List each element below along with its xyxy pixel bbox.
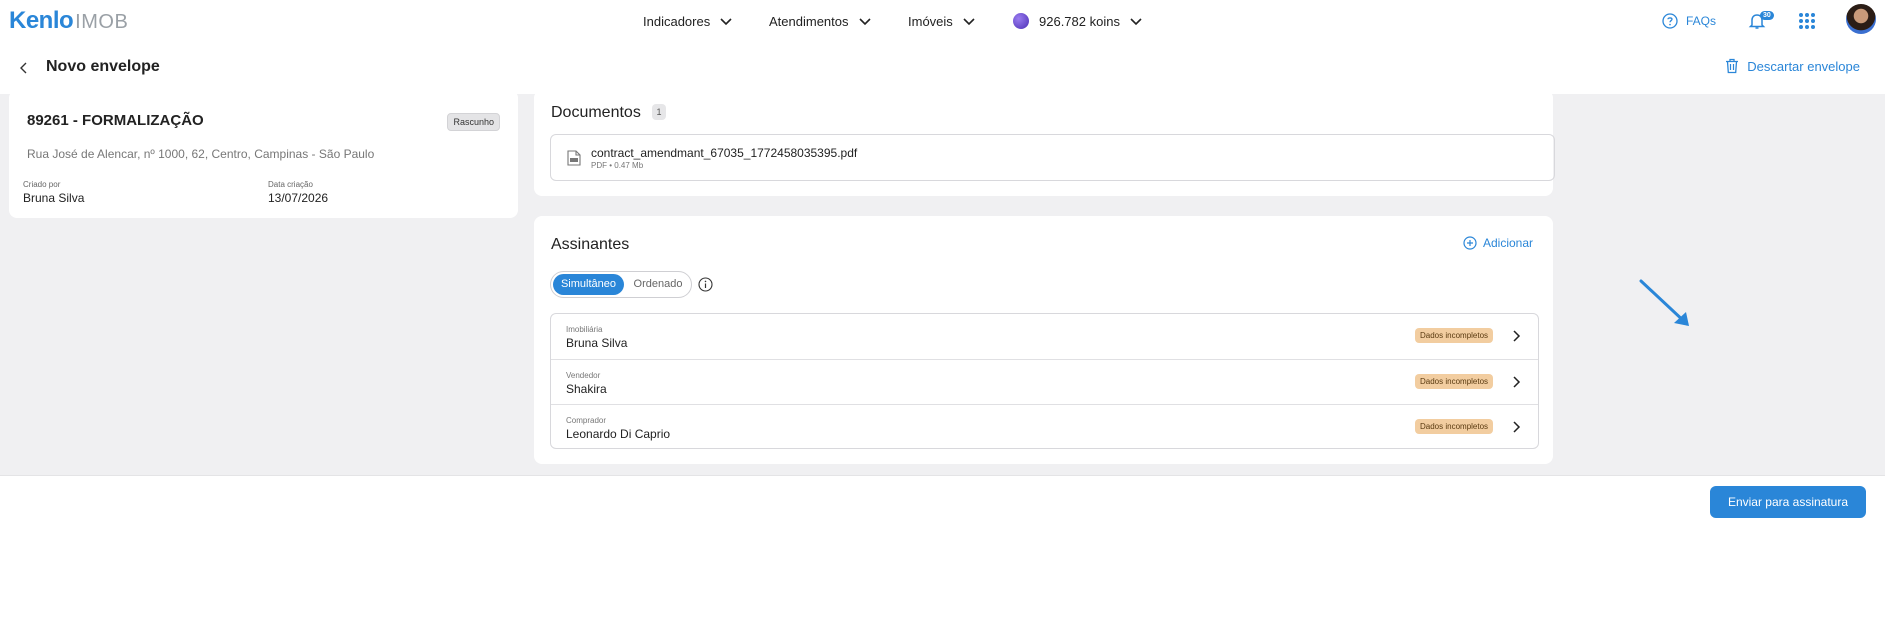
envelope-title: 89261 - FORMALIZAÇÃO [27,112,204,129]
mode-simultaneous-option[interactable]: Simultâneo [553,274,624,295]
signing-mode-toggle: Simultâneo Ordenado [550,271,692,298]
chevron-down-icon [720,18,732,26]
signer-role: Comprador [566,416,607,425]
signer-name: Leonardo Di Caprio [566,427,671,441]
documents-title: Documentos [551,104,641,121]
koin-icon [1013,13,1029,29]
back-arrow-icon[interactable] [18,62,30,74]
nav-label: Imóveis [908,13,953,29]
page-title: Novo envelope [46,58,160,75]
discard-label: Descartar envelope [1747,58,1860,74]
incomplete-data-badge: Dados incompletos [1415,419,1494,434]
logo-sub: IMOB [75,11,129,33]
nav-atendimentos[interactable]: Atendimentos [769,0,873,42]
document-item[interactable]: contract_amendmant_67035_1772458035395.p… [550,134,1555,181]
send-for-signature-button[interactable]: Enviar para assinatura [1710,486,1866,518]
documents-count-badge: 1 [652,104,666,120]
add-signer-button[interactable]: Adicionar [1463,236,1533,250]
signer-name: Shakira [566,382,607,396]
created-by-value: Bruna Silva [23,191,85,205]
faq-link[interactable]: FAQs [1662,0,1716,42]
chevron-right-icon[interactable] [1509,329,1523,343]
chevron-right-icon[interactable] [1509,420,1523,434]
document-name: contract_amendmant_67035_1772458035395.p… [591,146,858,160]
mode-ordered-option[interactable]: Ordenado [627,274,689,295]
top-bar: Kenlo IMOB Indicadores Atendimentos Imóve… [0,0,1885,42]
koins-menu[interactable]: 926.782 koins [1013,0,1144,42]
signers-title: Assinantes [551,236,630,253]
incomplete-data-badge: Dados incompletos [1415,328,1494,343]
apps-grid-icon[interactable] [1799,13,1815,29]
notification-count-badge: 30 [1760,11,1774,20]
chevron-down-icon [858,18,871,26]
footer-bar: Enviar para assinatura [0,475,1885,633]
signer-row[interactable]: Vendedor Shakira Dados incompletos [551,359,1538,404]
plus-circle-icon [1463,236,1477,250]
created-date-label: Data criação [268,180,313,189]
trash-icon [1726,58,1739,74]
koins-balance: 926.782 koins [1039,13,1120,29]
nav-label: Atendimentos [769,13,849,29]
property-address: Rua José de Alencar, nº 1000, 62, Centro… [27,147,375,161]
info-icon[interactable] [698,277,713,292]
signers-card: Assinantes Adicionar Simultâneo Ordenado… [534,216,1553,464]
incomplete-data-badge: Dados incompletos [1415,374,1494,389]
user-avatar[interactable] [1846,4,1876,34]
signer-row[interactable]: Imobiliária Bruna Silva Dados incompleto… [551,314,1538,359]
nav-imoveis[interactable]: Imóveis [908,0,977,42]
chevron-down-icon [963,18,975,26]
nav-indicadores[interactable]: Indicadores [643,0,734,42]
created-date-value: 13/07/2026 [268,191,329,205]
envelope-info-card: 89261 - FORMALIZAÇÃO Rascunho Rua José d… [9,90,518,218]
chevron-down-icon [1130,18,1142,26]
status-badge: Rascunho [447,113,500,131]
pdf-file-icon [567,150,581,166]
documents-card: Documentos 1 contract_amendmant_67035_17… [534,90,1555,196]
help-circle-icon [1662,13,1678,29]
signer-role: Imobiliária [566,325,603,334]
annotation-arrow-icon [1639,279,1689,326]
signer-name: Bruna Silva [566,336,628,350]
signer-role: Vendedor [566,371,601,380]
kenlo-logo[interactable]: Kenlo IMOB [9,7,128,35]
page-header: Novo envelope Descartar envelope [0,42,1885,94]
signer-row[interactable]: Comprador Leonardo Di Caprio Dados incom… [551,404,1538,449]
logo-brand: Kenlo [9,7,74,34]
document-meta: PDF • 0.47 Mb [591,161,644,170]
discard-envelope-button[interactable]: Descartar envelope [1725,58,1860,74]
signers-list: Imobiliária Bruna Silva Dados incompleto… [550,313,1539,449]
chevron-right-icon[interactable] [1509,375,1523,389]
faq-label: FAQs [1686,14,1717,28]
add-label: Adicionar [1482,236,1533,250]
nav-label: Indicadores [643,13,711,29]
created-by-label: Criado por [23,180,61,189]
